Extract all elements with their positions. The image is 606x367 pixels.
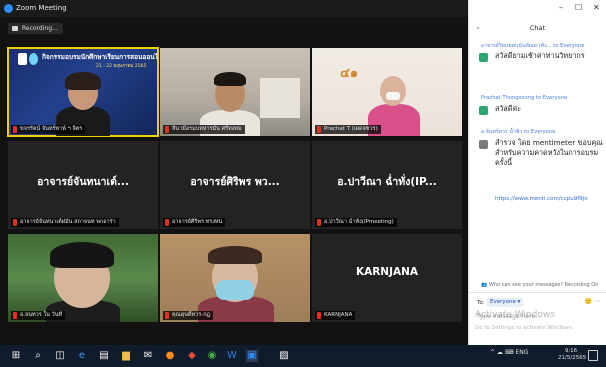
recording-indicator[interactable]: Recording...	[8, 23, 63, 34]
participant-name: ลีนามีอรมบทหารมัน ศรีทงทม	[163, 125, 245, 134]
video-tile-4[interactable]: อาจารย์จันทนาเต์... อาจารย์จันทนาเต์ฝมัน…	[8, 141, 158, 229]
muted-mic-icon	[317, 126, 321, 133]
banner-title: กิจกรรมอบรมนักศึกษาเรียนการสอนออนไลน์	[42, 53, 158, 61]
muted-mic-icon	[13, 126, 17, 133]
file-explorer-icon[interactable]: ▆	[120, 350, 132, 362]
to-label: To:	[477, 300, 485, 306]
video-tile-6[interactable]: อ.ปาวีณา ฉ่ำทั่ง(IP... อ.ปาวีณา ฉ่ำทั่ง(…	[312, 141, 462, 229]
people-icon: 👥	[481, 282, 488, 288]
participant-name: Prachat T (เผดจชวร)	[315, 125, 381, 134]
app-icon[interactable]: ◆	[186, 350, 198, 362]
window-title: Zoom Meeting	[16, 4, 67, 12]
muted-mic-icon	[317, 312, 321, 319]
participant-display-name: อาจารย์ศิริพร พว...	[190, 176, 280, 188]
windows-taskbar: ⊞ ⌕ ◫ e ▤ ▆ ✉ ● ◆ ◉ W ▣ ▨ ^ ☁ ⌨ ENG 9:16…	[0, 345, 606, 367]
zoom-logo-icon	[4, 4, 13, 13]
firefox-icon[interactable]: ●	[164, 350, 176, 362]
zoom-taskbar-icon[interactable]: ▣	[246, 350, 258, 362]
message-text: สวัสดีค่ะ	[495, 104, 522, 113]
clock[interactable]: 9:16 21/5/2565	[558, 348, 587, 362]
muted-mic-icon	[13, 312, 17, 319]
emoji-and-more-icons[interactable]: 🙂 ⋯	[585, 298, 600, 305]
participant-name: อ.ปาวีณา ฉ่ำทั่ง(IPmeeting)	[315, 218, 397, 227]
edge-browser-icon[interactable]: e	[76, 350, 88, 362]
muted-mic-icon	[317, 219, 321, 226]
video-tile-8[interactable]: คุณดุษดิ์ทวร-กฎ	[160, 234, 310, 322]
message-text: สำรวจ โดย mentimeter ขอบคุณ สำหรับความคา…	[495, 138, 603, 167]
participant-display-name: KARNJANA	[355, 266, 419, 278]
participant-name: คุณดุษดิ์ทวร-กฎ	[163, 311, 214, 320]
chrome-icon[interactable]: ◉	[206, 350, 218, 362]
participant-name: อ.จนทวร ใน วันที่	[11, 311, 66, 320]
task-view-icon[interactable]: ◫	[54, 350, 66, 362]
message-header: Prachat Thongsoong to Everyone	[481, 95, 568, 101]
activate-windows-hint: Go to Settings to activate Windows.	[475, 325, 574, 331]
divider	[469, 292, 606, 293]
avatar	[479, 140, 488, 149]
close-button[interactable]: ✕	[593, 3, 600, 12]
record-icon	[12, 26, 18, 31]
screen: Zoom Meeting Recording... กิจกรรมอบรมนัก…	[0, 0, 606, 367]
photos-icon[interactable]: ▨	[278, 350, 290, 362]
document-icon[interactable]: ▤	[98, 350, 110, 362]
chat-title: Chat	[529, 24, 546, 32]
participant-name: KARNJANA	[315, 311, 356, 320]
muted-mic-icon	[165, 312, 169, 319]
recipient-dropdown[interactable]: Everyone ▾	[487, 298, 524, 307]
video-gallery: Recording... กิจกรรมอบรมนักศึกษาเรียนการ…	[0, 17, 468, 345]
maximize-button[interactable]: ☐	[575, 3, 582, 12]
avatar	[479, 53, 488, 62]
message-link[interactable]: https://www.menti.com/ccpu9f9jo	[495, 196, 595, 203]
system-tray[interactable]: ^ ☁ ⌨ ENG	[490, 349, 528, 356]
logo-icon	[29, 53, 38, 65]
participant-name: ขจรรัตน์ จันทร์ทาพ์ ฯ จิตร	[11, 125, 86, 134]
tile-banner: กิจกรรมอบรมนักศึกษาเรียนการสอนออนไลน์ 21…	[16, 51, 158, 69]
word-icon[interactable]: W	[226, 350, 238, 362]
participant-name: อาจารย์ศิริพร ทรงทน	[163, 218, 226, 227]
windows-start-icon[interactable]: ⊞	[10, 350, 22, 362]
message-header: อ.จันทร์ทวร น้ำฟ้า to Everyone	[481, 129, 556, 135]
message-text: สวัสดียามเช้าค่าท่านวิทยากร	[495, 51, 585, 60]
participant-name: อาจารย์จันทนาเต์ฝมัน สถาจนท พกอาร่า	[11, 218, 119, 227]
mail-icon[interactable]: ✉	[142, 350, 154, 362]
logo-icon	[18, 53, 27, 65]
video-tile-7[interactable]: อ.จนทวร ใน วันที่	[8, 234, 158, 322]
muted-mic-icon	[13, 219, 17, 226]
zoom-title-bar: Zoom Meeting	[0, 0, 468, 17]
video-tile-9[interactable]: KARNJANA KARNJANA	[312, 234, 462, 322]
video-tile-2[interactable]: ลีนามีอรมบทหารมัน ศรีทงทม	[160, 48, 310, 136]
search-icon[interactable]: ⌕	[32, 350, 44, 362]
minimize-button[interactable]: –	[559, 3, 563, 12]
notification-icon[interactable]	[588, 350, 598, 361]
recording-label: Recording...	[22, 25, 58, 32]
clock-date: 21/5/2565	[558, 355, 587, 361]
banner-subtitle: 21 - 22 พฤษภาคม 2565	[96, 64, 147, 69]
clock-time: 9:16	[564, 348, 578, 354]
muted-mic-icon	[165, 219, 169, 226]
message-header: อาจารย์วิทแยทแน้นทัณท (ท้ง... to Everyon…	[481, 43, 585, 49]
video-tile-3[interactable]: ๔๑ Prachat T (เผดจชวร)	[312, 48, 462, 136]
chat-panel: – ☐ ✕ ⌄ Chat อาจารย์วิทแยทแน้นทัณท (ท้ง.…	[468, 0, 606, 345]
muted-mic-icon	[165, 126, 169, 133]
who-can-see-notice[interactable]: 👥 Who can see your messages? Recording O…	[481, 282, 605, 288]
participant-display-name: อ.ปาวีณา ฉ่ำทั่ง(IP...	[337, 176, 437, 188]
video-tile-5[interactable]: อาจารย์ศิริพร พว... อาจารย์ศิริพร ทรงทน	[160, 141, 310, 229]
avatar	[479, 106, 488, 115]
participant-display-name: อาจารย์จันทนาเต์...	[37, 176, 129, 188]
activate-windows-watermark: Activate Windows	[475, 310, 555, 320]
video-tile-1[interactable]: กิจกรรมอบรมนักศึกษาเรียนการสอนออนไลน์ 21…	[7, 47, 159, 137]
